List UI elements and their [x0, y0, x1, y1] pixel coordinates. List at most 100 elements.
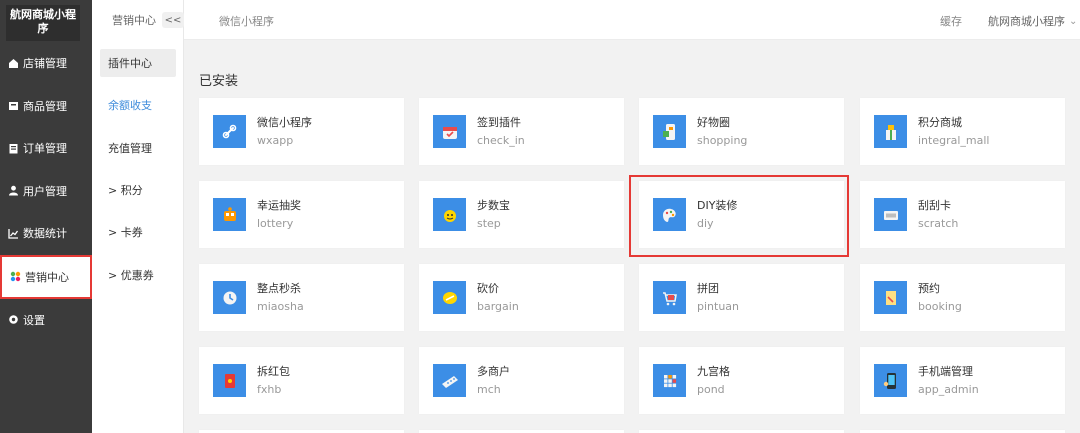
sidebar-item-goods[interactable]: 商品管理 [0, 85, 92, 128]
section-title: 已安装 [199, 74, 239, 89]
plugin-key: diy [697, 217, 714, 230]
plugin-center: 已安装 微信小程序 wxapp 签到插件 check_in 好物圈 shoppi… [184, 40, 1080, 433]
collapse-button[interactable]: << [162, 12, 184, 28]
sidebar-item-label: 营销中心 [25, 270, 69, 284]
sidebar-item-label: 设置 [23, 313, 45, 327]
plugin-card-scratch[interactable]: 刮刮卡 scratch [860, 181, 1065, 248]
plugin-name: 砍价 [477, 282, 499, 295]
plugin-card-mch[interactable]: 多商户 mch [419, 347, 624, 414]
lottery-icon [213, 198, 246, 231]
mascot-icon [433, 198, 466, 231]
plugin-key: step [477, 217, 501, 230]
coin-icon [433, 281, 466, 314]
plugin-name: 九宫格 [697, 365, 730, 378]
plugin-name: 幸运抽奖 [257, 199, 301, 212]
plugin-card-bargain[interactable]: 砍价 bargain [419, 264, 624, 331]
plugin-key: booking [918, 300, 962, 313]
plugin-card-lottery[interactable]: 幸运抽奖 lottery [199, 181, 404, 248]
plugin-card-check-in[interactable]: 签到插件 check_in [419, 98, 624, 165]
plugin-key: pintuan [697, 300, 740, 313]
plugin-card-booking[interactable]: 预约 booking [860, 264, 1065, 331]
plugin-name: 拆红包 [257, 365, 290, 378]
subnav-item-points[interactable]: > 积分 [100, 176, 176, 204]
plugin-key: pond [697, 383, 725, 396]
plugin-card-shopping[interactable]: 好物圈 shopping [639, 98, 844, 165]
plugin-name: DIY装修 [697, 199, 738, 212]
plugin-key: wxapp [257, 134, 294, 147]
plugin-key: lottery [257, 217, 294, 230]
cache-button[interactable]: 缓存 [940, 13, 962, 29]
secondary-sidebar: 营销中心 插件中心 余额收支 充值管理 > 积分 > 卡券 > 优惠券 [92, 0, 184, 433]
box-icon [8, 100, 19, 111]
account-name: 航网商城小程序 [988, 15, 1065, 28]
plugin-key: scratch [918, 217, 959, 230]
plugin-key: app_admin [918, 383, 979, 396]
plugin-key: fxhb [257, 383, 282, 396]
subnav-item-recharge[interactable]: 充值管理 [100, 134, 176, 162]
plugin-card-pintuan[interactable]: 拼团 pintuan [639, 264, 844, 331]
home-icon [8, 58, 19, 69]
plugin-name: 预约 [918, 282, 940, 295]
subnav-item-plugins[interactable]: 插件中心 [100, 49, 176, 77]
account-dropdown[interactable]: 航网商城小程序 ⌄ [988, 13, 1077, 29]
plugin-key: bargain [477, 300, 519, 313]
sidebar-item-label: 用户管理 [23, 184, 67, 198]
plugin-card-step[interactable]: 步数宝 step [419, 181, 624, 248]
order-icon [8, 143, 19, 154]
sidebar-item-label: 店铺管理 [23, 57, 67, 71]
subnav-item-balance[interactable]: 余额收支 [100, 91, 176, 119]
plugin-name: 拼团 [697, 282, 719, 295]
chevron-down-icon: ⌄ [1069, 15, 1078, 27]
notepad-icon [874, 281, 907, 314]
plugin-key: miaosha [257, 300, 304, 313]
plugin-card-pond[interactable]: 九宫格 pond [639, 347, 844, 414]
plugin-name: 微信小程序 [257, 116, 312, 129]
plugin-name: 步数宝 [477, 199, 510, 212]
plugin-name: 刮刮卡 [918, 199, 951, 212]
sidebar-item-label: 订单管理 [23, 142, 67, 156]
gift-bag-icon [874, 115, 907, 148]
grid-icon [653, 364, 686, 397]
plugin-card-miaosha[interactable]: 整点秒杀 miaosha [199, 264, 404, 331]
main-sidebar: 航网商城小程序 店铺管理 商品管理 订单管理 用户管理 数据统计 营销中心 设置 [0, 0, 92, 433]
plugin-card-integral-mall[interactable]: 积分商城 integral_mall [860, 98, 1065, 165]
sidebar-item-store[interactable]: 店铺管理 [0, 42, 92, 85]
plugin-key: integral_mall [918, 134, 990, 147]
page-title: 微信小程序 [219, 15, 274, 28]
palette-icon [653, 198, 686, 231]
plugin-key: mch [477, 383, 501, 396]
plugin-card-diy[interactable]: DIY装修 diy [639, 181, 844, 248]
sidebar-item-users[interactable]: 用户管理 [0, 170, 92, 213]
chart-icon [8, 228, 19, 239]
red-envelope-icon [213, 364, 246, 397]
sidebar-item-stats[interactable]: 数据统计 [0, 212, 92, 255]
plugin-name: 手机端管理 [918, 365, 973, 378]
calendar-icon [433, 115, 466, 148]
main-nav: 店铺管理 商品管理 订单管理 用户管理 数据统计 营销中心 设置 [0, 42, 92, 341]
sidebar-item-label: 数据统计 [23, 227, 67, 241]
sidebar-item-orders[interactable]: 订单管理 [0, 127, 92, 170]
mobile-icon [874, 364, 907, 397]
subnav-item-cards[interactable]: > 卡券 [100, 218, 176, 246]
sidebar-item-label: 商品管理 [23, 99, 67, 113]
ticket-icon [433, 364, 466, 397]
scratch-card-icon [874, 198, 907, 231]
app-logo[interactable]: 航网商城小程序 [6, 5, 80, 41]
plugin-name: 签到插件 [477, 116, 521, 129]
plugin-card-wxapp[interactable]: 微信小程序 wxapp [199, 98, 404, 165]
link-icon [213, 115, 246, 148]
sidebar-item-marketing[interactable]: 营销中心 [0, 254, 92, 299]
top-bar: 微信小程序 缓存 航网商城小程序 ⌄ [184, 0, 1080, 40]
plugin-card-fxhb[interactable]: 拆红包 fxhb [199, 347, 404, 414]
plugin-name: 多商户 [477, 365, 510, 378]
gear-icon [8, 314, 19, 325]
plugin-key: shopping [697, 134, 748, 147]
sidebar-item-settings[interactable]: 设置 [0, 299, 92, 342]
plugin-name: 好物圈 [697, 116, 730, 129]
plugin-key: check_in [477, 134, 525, 147]
user-icon [8, 185, 19, 196]
plugin-card-app-admin[interactable]: 手机端管理 app_admin [860, 347, 1065, 414]
subnav-item-coupons[interactable]: > 优惠券 [100, 261, 176, 289]
marketing-icon [10, 271, 21, 282]
plugin-name: 整点秒杀 [257, 282, 301, 295]
